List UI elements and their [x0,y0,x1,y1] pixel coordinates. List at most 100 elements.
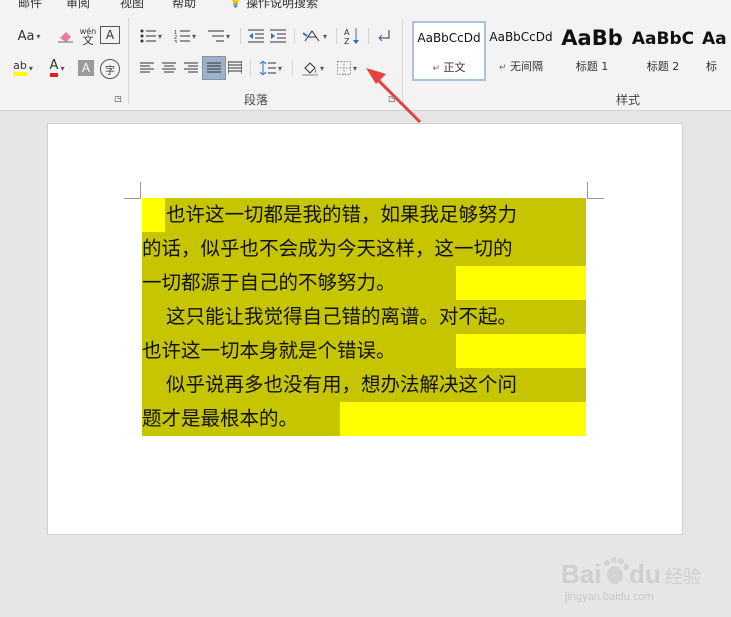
show-formatting-marks-button[interactable] [374,26,394,46]
text-line: 也许这一切都是我的错，如果我足够努力 [142,198,586,232]
tell-me-search[interactable]: 操作说明搜索 [246,0,318,11]
numbering-button[interactable]: 1 2 3 ▾ [170,26,200,46]
highlight-fill [340,402,586,436]
text-line: 也许这一切本身就是个错误。 [142,334,586,368]
chevron-down-icon: ▾ [277,63,282,73]
baidu-paw-logo: Bai du 经验 [561,557,701,589]
divider [368,28,369,44]
chinese-layout-button[interactable]: ▾ [300,26,330,46]
paragraph-1[interactable]: 也许这一切都是我的错，如果我足够努力 的话，似乎也不会成为今天这样，这一切的 一… [142,198,586,300]
highlight-fill [456,266,586,300]
distributed-button[interactable] [226,58,244,78]
chevron-down-icon: ▾ [352,63,357,73]
borders-icon [336,61,351,75]
line-spacing-icon [259,61,276,75]
tab-mailings[interactable]: 邮件 [18,0,42,11]
align-center-button[interactable] [160,58,178,78]
eraser-icon[interactable] [56,26,76,46]
line-spacing-button[interactable]: ▾ [256,58,286,78]
align-right-button[interactable] [182,58,200,78]
return-arrow-icon [378,30,390,42]
ribbon-tabs: 邮件 审阅 视图 帮助 💡 操作说明搜索 [0,0,731,11]
shading-button[interactable]: ▾ [298,58,328,78]
increase-indent-button[interactable] [268,26,288,46]
text-line: 题才是最根本的。 [142,402,586,436]
chevron-down-icon: ▾ [36,31,41,41]
divider [336,28,337,44]
svg-text:du: du [629,559,661,589]
decrease-indent-button[interactable] [246,26,266,46]
text-line: 一切都源于自己的不够努力。 [142,266,586,300]
align-right-icon [184,62,198,73]
group-separator [128,18,129,104]
baidu-watermark: Bai du 经验 jingyan.baidu.com [561,553,711,613]
document-canvas[interactable]: 也许这一切都是我的错，如果我足够努力 的话，似乎也不会成为今天这样，这一切的 一… [0,111,731,603]
chevron-down-icon: ▾ [60,63,65,73]
style-no-spacing[interactable]: AaBbCcDd ↵ 无间隔 [486,22,556,78]
chevron-down-icon: ▾ [157,31,162,41]
chevron-down-icon: ▾ [319,63,324,73]
clear-format-icon [58,32,73,43]
bullet-list-icon [140,29,156,43]
highlight-fill [142,198,165,232]
tab-review[interactable]: 审阅 [66,0,90,11]
tab-view[interactable]: 视图 [120,0,144,11]
style-title[interactable]: Aa 标 [702,22,731,78]
svg-text:3: 3 [174,40,177,43]
font-color-button[interactable]: A ▾ [42,58,72,78]
sort-button[interactable]: AZ [342,26,362,46]
text-line: 似乎说再多也没有用，想办法解决这个问 [142,368,586,402]
increase-indent-icon [270,29,286,43]
divider [294,28,295,44]
character-border-button[interactable]: A [100,26,120,44]
paint-bucket-icon [301,62,318,76]
borders-button[interactable]: ▾ [332,58,362,78]
decrease-indent-icon [248,29,264,43]
text-line: 的话，似乎也不会成为今天这样，这一切的 [142,232,586,266]
align-left-button[interactable] [138,58,156,78]
multilevel-list-button[interactable]: ▾ [204,26,234,46]
justify-button[interactable] [202,56,226,80]
chinese-layout-icon [302,30,320,42]
svg-text:经验: 经验 [665,567,701,588]
annotation-arrow [366,68,422,124]
phonetic-guide-button[interactable]: wén 文 [78,26,98,46]
style-heading-2[interactable]: AaBbC 标题 2 [630,22,696,78]
multilevel-list-icon [207,30,224,42]
tab-help[interactable]: 帮助 [172,0,196,11]
highlight-fill [142,300,165,334]
align-left-icon [140,62,154,73]
divider [240,28,241,44]
distributed-icon [228,61,242,74]
svg-text:A: A [344,28,350,37]
paragraph-group-label: 段落 [244,93,269,107]
divider [292,60,293,76]
lightbulb-icon[interactable]: 💡 [228,0,243,8]
crop-mark-top-left [124,182,141,199]
style-heading-1[interactable]: AaBb 标题 1 [560,22,624,78]
enclose-characters-button[interactable]: 字 [100,59,120,79]
watermark-url: jingyan.baidu.com [565,591,654,603]
change-case-button[interactable]: Aa ▾ [12,26,46,46]
numbered-list-icon: 123 [174,30,190,43]
svg-text:Z: Z [344,37,350,45]
highlight-button[interactable]: ab ▾ [8,58,38,78]
chevron-down-icon: ▾ [225,31,230,41]
chevron-down-icon: ▾ [28,63,33,73]
styles-group-label: 样式 [616,93,641,107]
svg-text:Bai: Bai [561,559,601,589]
ab-highlight-icon: ab [13,60,27,76]
bullets-button[interactable]: ▾ [138,26,164,46]
sort-az-icon: AZ [344,28,359,45]
chevron-down-icon: ▾ [322,31,327,41]
justify-icon [207,62,221,73]
crop-mark-top-right [587,182,604,199]
font-dialog-launcher-icon[interactable]: ◳ [113,93,123,103]
character-shading-button[interactable]: A [78,60,94,76]
divider [250,60,251,76]
paragraph-2[interactable]: 这只能让我觉得自己错的离谱。对不起。 也许这一切本身就是个错误。 [142,300,586,368]
text-line: 这只能让我觉得自己错的离谱。对不起。 [142,300,586,334]
chevron-down-icon: ▾ [191,31,196,41]
highlight-fill [456,334,586,368]
paragraph-3[interactable]: 似乎说再多也没有用，想办法解决这个问 题才是最根本的。 [142,368,586,436]
